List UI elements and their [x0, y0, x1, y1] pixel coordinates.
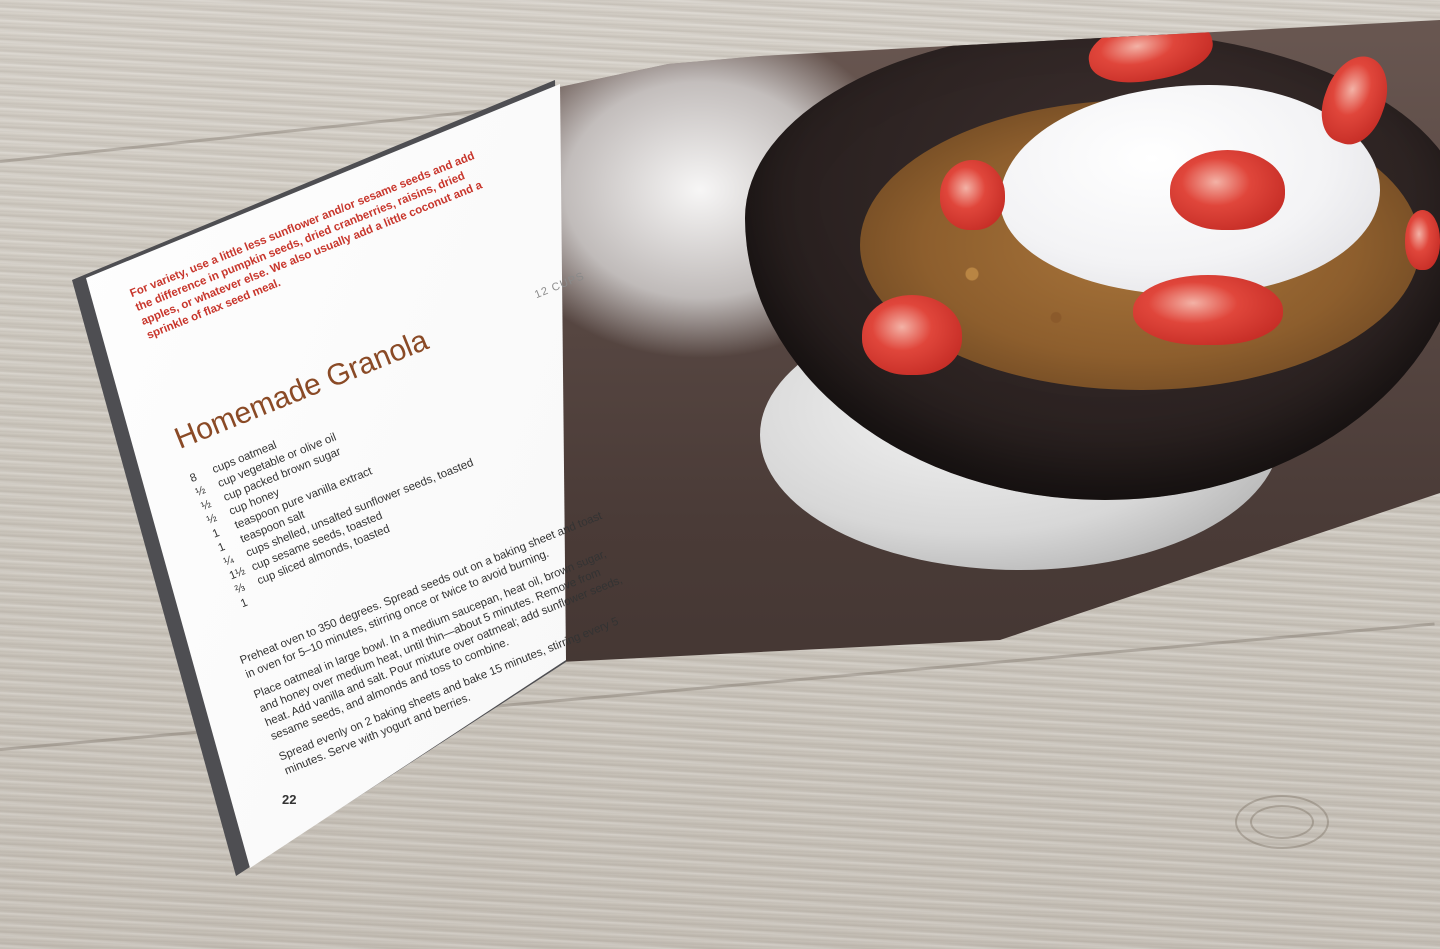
strawberry	[940, 160, 1005, 230]
wood-knot	[1250, 805, 1314, 839]
strawberry	[1405, 210, 1440, 270]
strawberry	[862, 295, 962, 375]
strawberry	[1133, 275, 1283, 345]
strawberry	[1170, 150, 1285, 230]
